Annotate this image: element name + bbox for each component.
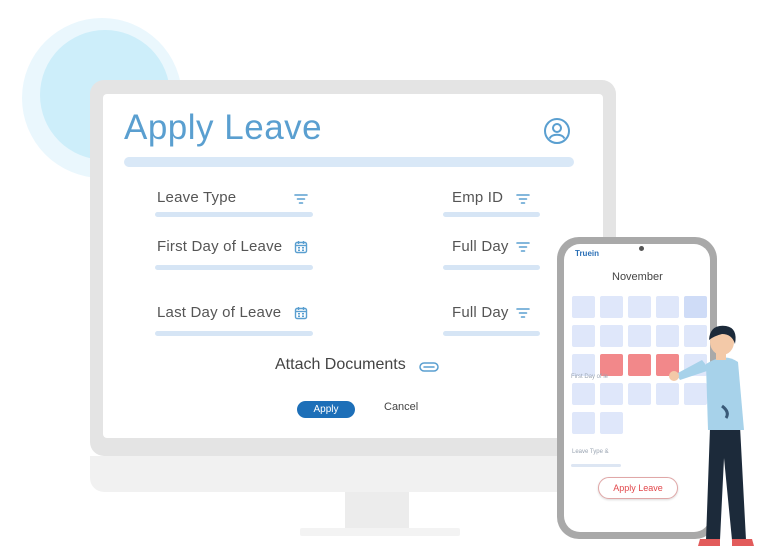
calendar-day[interactable] (572, 383, 595, 405)
calendar-day[interactable] (628, 296, 651, 318)
calendar-day[interactable] (600, 296, 623, 318)
calendar-day-selected[interactable] (600, 354, 623, 376)
phone-camera (639, 246, 644, 251)
cancel-button[interactable]: Cancel (384, 401, 418, 413)
title-underline (124, 157, 574, 167)
user-icon[interactable] (543, 117, 571, 145)
leave-type-ghost-label: Leave Type & (572, 449, 609, 455)
filter-icon[interactable] (516, 240, 530, 254)
first-day-ghost-label: First Day of le (571, 374, 609, 380)
emp-id-field[interactable] (443, 212, 540, 217)
calendar-day[interactable] (572, 325, 595, 347)
last-day-duration-label: Full Day (452, 304, 509, 321)
first-day-label: First Day of Leave (157, 238, 283, 255)
filter-icon[interactable] (294, 192, 308, 206)
calendar-day-selected[interactable] (628, 354, 651, 376)
calendar-day[interactable] (656, 296, 679, 318)
calendar-month: November (612, 271, 663, 283)
page-title: Apply Leave (124, 108, 323, 147)
leave-type-field[interactable] (155, 212, 313, 217)
apply-button[interactable]: Apply (297, 401, 355, 418)
calendar-day[interactable] (572, 354, 595, 376)
emp-id-label: Emp ID (452, 189, 504, 206)
monitor-chin (90, 456, 616, 492)
calendar-day[interactable] (600, 383, 623, 405)
leave-type-ghost-line (571, 464, 621, 467)
calendar-icon[interactable] (294, 240, 308, 254)
first-day-field[interactable] (155, 265, 313, 270)
last-day-duration-field[interactable] (443, 331, 540, 336)
attach-documents-label[interactable]: Attach Documents (275, 356, 406, 374)
filter-icon[interactable] (516, 192, 530, 206)
filter-icon[interactable] (516, 306, 530, 320)
leave-type-label: Leave Type (157, 189, 237, 206)
person-illustration (669, 325, 754, 546)
calendar-day[interactable] (628, 383, 651, 405)
calendar-day[interactable] (572, 296, 595, 318)
monitor-base (300, 528, 460, 536)
paperclip-icon[interactable] (419, 362, 439, 372)
calendar-day[interactable] (628, 325, 651, 347)
calendar-day[interactable] (684, 296, 707, 318)
brand-logo: Truein (575, 249, 600, 258)
calendar-icon[interactable] (294, 306, 308, 320)
calendar-day[interactable] (600, 412, 623, 434)
calendar-day[interactable] (600, 325, 623, 347)
first-day-duration-label: Full Day (452, 238, 509, 255)
last-day-label: Last Day of Leave (157, 304, 282, 321)
last-day-field[interactable] (155, 331, 313, 336)
monitor-stand (345, 492, 409, 530)
first-day-duration-field[interactable] (443, 265, 540, 270)
calendar-day[interactable] (572, 412, 595, 434)
